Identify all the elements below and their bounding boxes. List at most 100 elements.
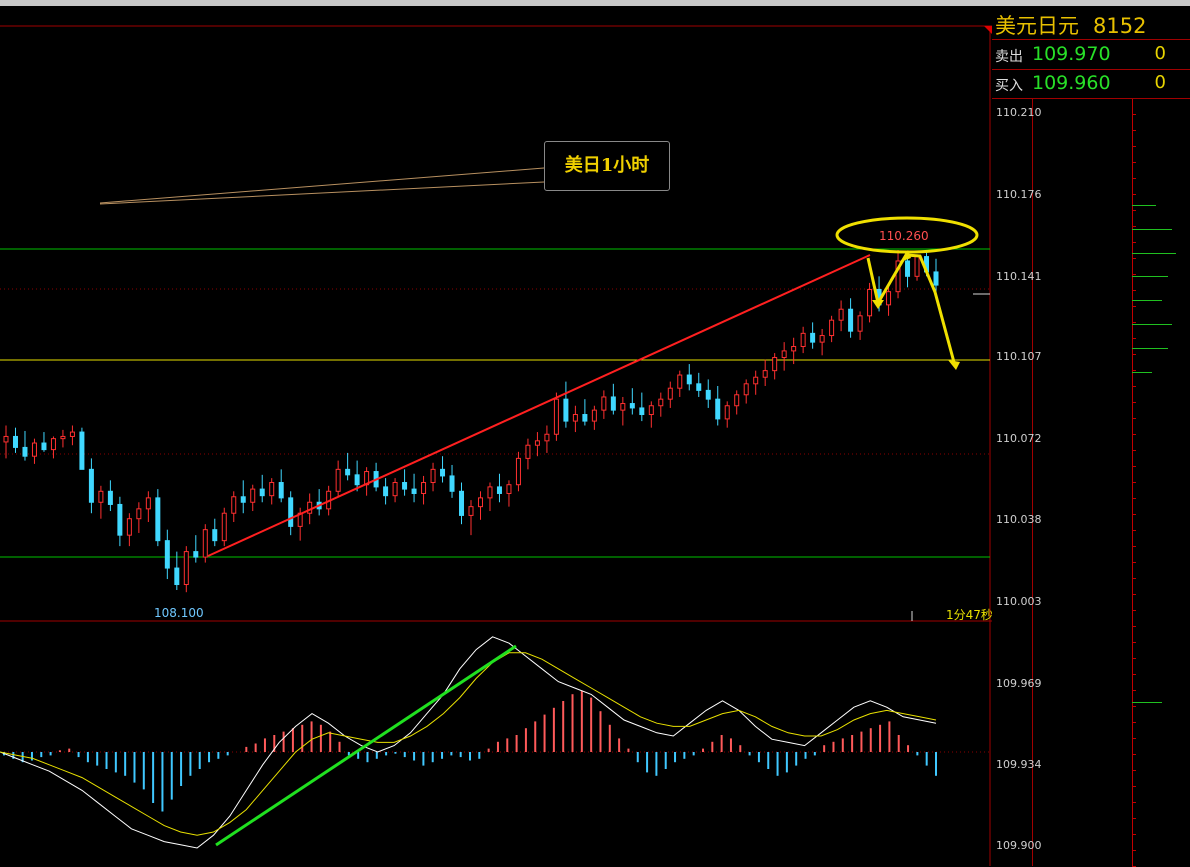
depth-tick (1132, 242, 1136, 243)
buy-row[interactable]: 买入 109.960 0 (992, 70, 1190, 98)
candle-body (269, 482, 275, 497)
candle-body (307, 501, 313, 514)
price-chart (0, 25, 992, 866)
depth-tick (1132, 162, 1136, 163)
depth-tick (1132, 530, 1136, 531)
candle-body (183, 551, 189, 586)
candle-body (544, 433, 550, 442)
candle-body (743, 383, 749, 396)
depth-bar (1132, 702, 1162, 703)
depth-tick (1132, 658, 1136, 659)
candle-body (117, 503, 123, 536)
candle-body (658, 398, 664, 407)
sell-row[interactable]: 卖出 109.970 0 (992, 41, 1190, 69)
depth-tick (1132, 466, 1136, 467)
depth-bar (1132, 300, 1162, 301)
candle-body (848, 308, 854, 332)
candle-body (107, 490, 113, 505)
candle-body (705, 389, 711, 400)
depth-tick (1132, 370, 1136, 371)
sell-label: 卖出 (995, 49, 1023, 65)
candle-body (449, 475, 455, 492)
candle-body (193, 551, 199, 558)
depth-bar (1132, 348, 1168, 349)
depth-tick (1132, 818, 1136, 819)
depth-tick (1132, 338, 1136, 339)
candle-body (933, 271, 939, 286)
candle-body (383, 486, 389, 497)
panel-divider (992, 39, 1190, 40)
candles (3, 250, 939, 593)
y-tick-label: 110.176 (996, 188, 1042, 201)
depth-tick (1132, 322, 1136, 323)
macd-histogram (3, 690, 937, 812)
candle-body (620, 403, 626, 411)
candle-body (459, 490, 465, 516)
candle-body (164, 540, 170, 569)
candle-body (867, 288, 873, 317)
candle-body (421, 482, 427, 494)
candle-body (354, 474, 360, 486)
candle-body (667, 387, 673, 400)
depth-tick (1132, 130, 1136, 131)
candle-body (250, 488, 256, 503)
instrument-title[interactable]: 美元日元 8152 (995, 10, 1160, 40)
depth-bar (1132, 205, 1156, 206)
depth-tick (1132, 258, 1136, 259)
candle-body (392, 482, 398, 497)
candle-body (772, 356, 778, 372)
depth-tick (1132, 802, 1136, 803)
uptrend-line (207, 254, 871, 557)
candle-body (212, 529, 218, 542)
depth-tick (1132, 290, 1136, 291)
candle-body (753, 376, 759, 385)
candle-body (762, 370, 768, 378)
candle-body (231, 496, 237, 514)
depth-axis-divider (1032, 99, 1033, 866)
y-tick-label: 110.038 (996, 513, 1042, 526)
depth-tick (1132, 274, 1136, 275)
depth-tick (1132, 610, 1136, 611)
candle-body (88, 468, 94, 503)
candle-body (345, 468, 351, 476)
candle-body (12, 435, 18, 448)
depth-bar (1132, 229, 1172, 230)
candle-body (440, 468, 446, 477)
candle-body (781, 350, 787, 358)
candle-body (288, 497, 294, 527)
depth-tick (1132, 402, 1136, 403)
y-tick-label: 110.072 (996, 432, 1042, 445)
y-tick-label: 109.969 (996, 677, 1042, 690)
depth-tick (1132, 114, 1136, 115)
candle-body (791, 346, 797, 352)
depth-tick (1132, 146, 1136, 147)
depth-tick (1132, 498, 1136, 499)
depth-tick (1132, 306, 1136, 307)
depth-tick (1132, 482, 1136, 483)
y-tick-label: 110.210 (996, 106, 1042, 119)
candle-body (525, 444, 531, 459)
corner-marker-icon (984, 26, 992, 34)
depth-tick (1132, 546, 1136, 547)
depth-tick (1132, 706, 1136, 707)
sell-qty: 0 (1154, 43, 1166, 64)
candle-body (696, 383, 702, 391)
depth-tick (1132, 418, 1136, 419)
candle-body (402, 482, 408, 490)
y-tick-label: 109.934 (996, 758, 1042, 771)
pattern-arrow (866, 253, 957, 367)
candle-body (639, 407, 645, 416)
candle-body (31, 442, 37, 457)
depth-tick (1132, 354, 1136, 355)
candle-body (677, 374, 683, 389)
depth-tick (1132, 834, 1136, 835)
instrument-code: 8152 (1093, 14, 1147, 38)
candle-body (629, 403, 635, 409)
buy-price: 109.960 (1032, 72, 1111, 94)
depth-tick (1132, 450, 1136, 451)
candle-body (79, 431, 85, 470)
candle-body (515, 457, 521, 486)
depth-tick (1132, 850, 1136, 851)
low-price-label: 108.100 (154, 606, 204, 620)
candle-body (278, 482, 284, 499)
